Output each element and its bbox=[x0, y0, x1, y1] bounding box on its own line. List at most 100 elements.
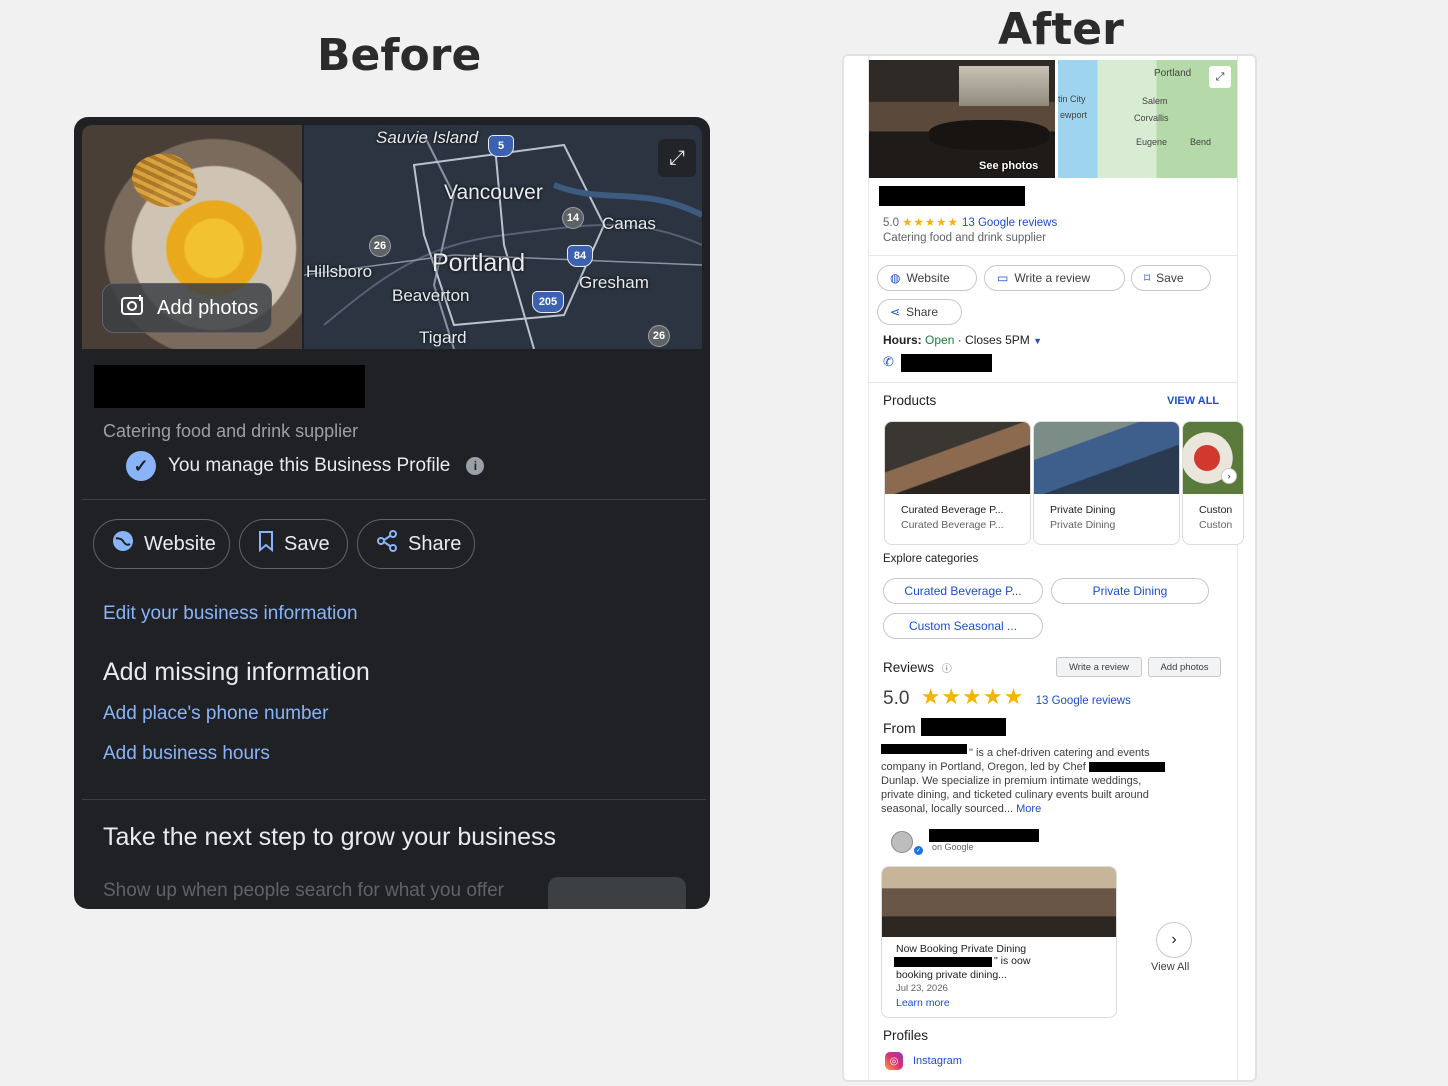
update-post-card[interactable]: Now Booking Private Dining " is oow book… bbox=[881, 866, 1117, 1018]
map-label-newport: ewport bbox=[1060, 110, 1088, 120]
verified-badge-icon: ✓ bbox=[914, 846, 923, 855]
view-all-posts-link[interactable]: View All bbox=[1151, 961, 1189, 973]
write-review-label: Write a review bbox=[1014, 271, 1091, 285]
google-reviews-link[interactable]: 13 Google reviews bbox=[1036, 695, 1131, 707]
post-line: booking private dining... bbox=[896, 969, 1007, 981]
chevron-right-icon[interactable]: › bbox=[1221, 468, 1237, 484]
write-review-small-button[interactable]: Write a review bbox=[1056, 657, 1142, 677]
redacted-phone-number bbox=[901, 354, 992, 372]
product-subtitle: Custon bbox=[1199, 519, 1233, 531]
map-preview[interactable]: Portland tin City Salem ewport Corvallis… bbox=[1058, 60, 1237, 178]
highway-shield-14: 14 bbox=[562, 207, 584, 229]
reviews-heading-row: Reviews ⓘ bbox=[883, 660, 952, 675]
edit-business-link[interactable]: Edit your business information bbox=[103, 603, 358, 625]
bookmark-icon bbox=[258, 530, 274, 558]
post-line: " is oow bbox=[994, 955, 1031, 967]
share-label: Share bbox=[408, 532, 462, 555]
learn-more-link[interactable]: Learn more bbox=[896, 997, 950, 1009]
description-line: seasonal, locally sourced... More bbox=[881, 803, 1042, 815]
divider bbox=[869, 255, 1237, 256]
website-label: Website bbox=[906, 271, 950, 285]
post-date: Jul 23, 2026 bbox=[896, 983, 948, 994]
map-label-beaverton: Beaverton bbox=[392, 286, 470, 305]
expand-icon[interactable]: ⤢ bbox=[1209, 66, 1231, 88]
redacted-owner-name bbox=[921, 718, 1006, 736]
hours-open: Open bbox=[925, 333, 955, 347]
expand-icon[interactable]: ⤢ bbox=[658, 139, 696, 177]
highway-shield-26: 26 bbox=[369, 235, 391, 257]
save-button[interactable]: ⌑ Save bbox=[1131, 265, 1211, 291]
redacted-business-name bbox=[94, 365, 365, 408]
rating-value: 5.0 bbox=[883, 217, 899, 229]
verified-badge-icon: ✓ bbox=[126, 451, 156, 481]
info-icon[interactable]: ⓘ bbox=[942, 664, 952, 675]
map-label-gresham: Gresham bbox=[579, 273, 649, 292]
map-label-vancouver: Vancouver bbox=[444, 181, 543, 204]
manage-profile-text: You manage this Business Profile bbox=[168, 455, 451, 476]
write-review-button[interactable]: ▭ Write a review bbox=[984, 265, 1125, 291]
description-line: Dunlap. We specialize in premium intimat… bbox=[881, 775, 1142, 787]
reviews-heading: Reviews bbox=[883, 660, 935, 675]
share-button[interactable]: Share bbox=[357, 519, 475, 569]
on-google-label: on Google bbox=[932, 842, 974, 852]
map-label-corvallis: Corvallis bbox=[1134, 113, 1169, 123]
divider bbox=[82, 499, 706, 500]
website-button[interactable]: Website bbox=[93, 519, 230, 569]
add-hours-link[interactable]: Add business hours bbox=[103, 743, 270, 765]
phone-icon: ✆ bbox=[883, 354, 894, 369]
share-button[interactable]: ⋖ Share bbox=[877, 299, 962, 325]
chevron-right-icon[interactable]: › bbox=[1156, 922, 1192, 958]
redacted-poster-name bbox=[929, 829, 1039, 842]
add-photos-button[interactable]: Add photos bbox=[102, 283, 272, 333]
map-label-portland: Portland bbox=[1154, 68, 1192, 79]
rating-stars: ★★★★★ bbox=[902, 217, 959, 229]
grow-subtext: Show up when people search for what you … bbox=[103, 880, 505, 901]
save-label: Save bbox=[1156, 271, 1184, 285]
dropdown-icon[interactable]: ▼ bbox=[1033, 336, 1042, 346]
description-line: company in Portland, Oregon, led by Chef bbox=[881, 760, 1211, 774]
map-preview[interactable]: Sauvie Island Vancouver Camas Hillsboro … bbox=[304, 125, 702, 349]
save-button[interactable]: Save bbox=[239, 519, 348, 569]
product-card[interactable]: Custon Custon bbox=[1182, 421, 1244, 545]
share-icon bbox=[376, 530, 398, 558]
map-label-hillsboro: Hillsboro bbox=[306, 262, 373, 281]
add-photos-label: Add photos bbox=[157, 296, 259, 319]
globe-icon: ◍ bbox=[890, 271, 901, 285]
info-icon[interactable]: i bbox=[466, 457, 485, 475]
redacted-business-name bbox=[879, 186, 1025, 206]
hours-row[interactable]: Hours: Open · Closes 5PM ▼ bbox=[883, 333, 1042, 347]
redacted-post-name bbox=[894, 957, 992, 967]
product-card[interactable]: Curated Beverage P... Curated Beverage P… bbox=[884, 421, 1031, 545]
google-reviews-link[interactable]: 13 Google reviews bbox=[962, 217, 1057, 229]
see-photos-label[interactable]: See photos bbox=[979, 160, 1038, 172]
map-label-bend: Bend bbox=[1190, 137, 1212, 147]
highway-shield-26b: 26 bbox=[648, 325, 670, 347]
profiles-heading: Profiles bbox=[883, 1028, 929, 1043]
business-description: " is a chef-driven catering and events c… bbox=[881, 746, 1211, 816]
website-button[interactable]: ◍ Website bbox=[877, 265, 977, 291]
share-label: Share bbox=[906, 305, 939, 319]
after-profile-column: See photos Portland tin City Salem ewpor… bbox=[868, 56, 1244, 1080]
instagram-profile-link[interactable]: ◎ Instagram bbox=[885, 1052, 962, 1070]
before-panel: Add photos Sauvie Island Vancouver Camas… bbox=[74, 117, 710, 909]
map-label-sauvie: Sauvie Island bbox=[376, 128, 479, 147]
hours-label: Hours: bbox=[883, 333, 922, 347]
rating-stars-large: ★★★★★ bbox=[920, 684, 1025, 709]
category-chip[interactable]: Private Dining bbox=[1051, 578, 1209, 604]
category-chip[interactable]: Custom Seasonal ... bbox=[883, 613, 1043, 639]
business-category: Catering food and drink supplier bbox=[103, 421, 359, 441]
category-chip[interactable]: Curated Beverage P... bbox=[883, 578, 1043, 604]
rating-row: 5.0 ★★★★★ 13 Google reviews bbox=[883, 215, 1057, 229]
add-phone-link[interactable]: Add place's phone number bbox=[103, 703, 328, 725]
more-link[interactable]: More bbox=[1016, 803, 1041, 815]
globe-icon bbox=[112, 530, 134, 558]
product-card[interactable]: Private Dining Private Dining bbox=[1033, 421, 1180, 545]
website-label: Website bbox=[144, 532, 216, 555]
product-subtitle: Curated Beverage P... bbox=[901, 519, 1004, 531]
food-photo[interactable]: Add photos bbox=[82, 125, 302, 349]
description-line: private dining, and ticketed culinary ev… bbox=[881, 789, 1149, 801]
products-view-all-link[interactable]: VIEW ALL bbox=[1167, 395, 1219, 407]
grow-action-button[interactable] bbox=[548, 877, 686, 909]
restaurant-photo[interactable]: See photos bbox=[869, 60, 1055, 178]
add-photos-small-button[interactable]: Add photos bbox=[1148, 657, 1221, 677]
